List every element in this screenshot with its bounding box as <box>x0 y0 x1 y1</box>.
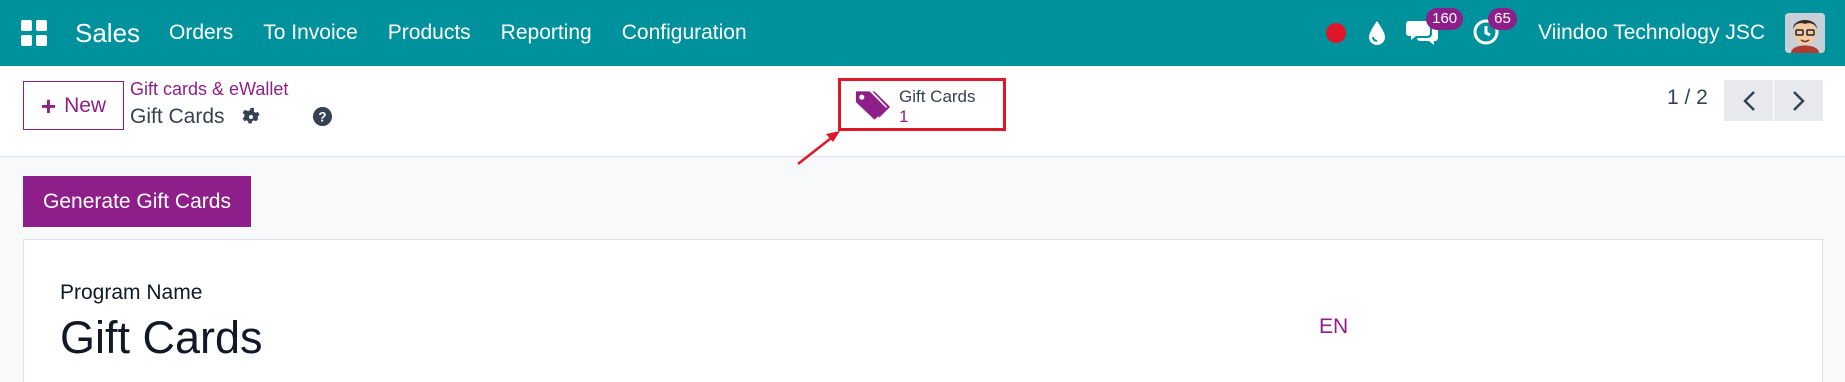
new-button-label: New <box>64 93 107 117</box>
pager-value[interactable]: 1 / 2 <box>1667 86 1708 110</box>
menu-orders[interactable]: Orders <box>154 21 248 45</box>
menu-reporting[interactable]: Reporting <box>486 21 607 45</box>
smart-button-label: Gift Cards <box>899 87 976 106</box>
tags-icon <box>855 91 891 120</box>
gift-cards-smart-button[interactable]: Gift Cards 1 <box>838 78 1006 131</box>
activities-button[interactable]: 65 <box>1472 8 1517 48</box>
form-sheet: Program Name Gift Cards EN <box>23 239 1823 382</box>
chevron-left-icon <box>1742 90 1755 111</box>
svg-text:?: ? <box>318 109 326 124</box>
chevron-right-icon <box>1792 90 1805 111</box>
pager-next-button[interactable] <box>1774 80 1823 121</box>
gear-icon[interactable] <box>240 106 262 128</box>
menu-configuration[interactable]: Configuration <box>607 21 762 45</box>
new-button[interactable]: + New <box>23 81 124 130</box>
menu-products[interactable]: Products <box>373 21 486 45</box>
company-switcher[interactable]: Viindoo Technology JSC <box>1538 21 1765 45</box>
language-button[interactable]: EN <box>1319 315 1348 339</box>
program-name-label: Program Name <box>60 281 203 304</box>
smart-button-count: 1 <box>899 107 909 126</box>
breadcrumb-current: Gift Cards <box>130 105 225 128</box>
plus-icon: + <box>40 90 57 121</box>
annotation-arrow <box>797 131 840 165</box>
record-indicator-icon[interactable] <box>1326 23 1347 43</box>
droplet-icon[interactable] <box>1367 20 1387 46</box>
program-name-field[interactable]: Gift Cards <box>60 312 1310 364</box>
top-navbar: Sales Orders To Invoice Products Reporti… <box>0 0 1845 66</box>
app-name[interactable]: Sales <box>75 18 140 49</box>
generate-gift-cards-button[interactable]: Generate Gift Cards <box>23 176 251 227</box>
apps-menu-icon[interactable] <box>21 20 47 46</box>
control-panel: + New Gift cards & eWallet Gift Cards ? … <box>0 66 1845 157</box>
activities-badge: 65 <box>1488 8 1517 30</box>
messages-button[interactable]: 160 <box>1406 8 1464 48</box>
pager-previous-button[interactable] <box>1724 80 1773 121</box>
breadcrumb-parent[interactable]: Gift cards & eWallet <box>130 79 288 100</box>
help-icon[interactable]: ? <box>312 106 333 127</box>
user-avatar[interactable] <box>1785 13 1825 53</box>
menu-to-invoice[interactable]: To Invoice <box>248 21 373 45</box>
messages-badge: 160 <box>1426 8 1464 30</box>
